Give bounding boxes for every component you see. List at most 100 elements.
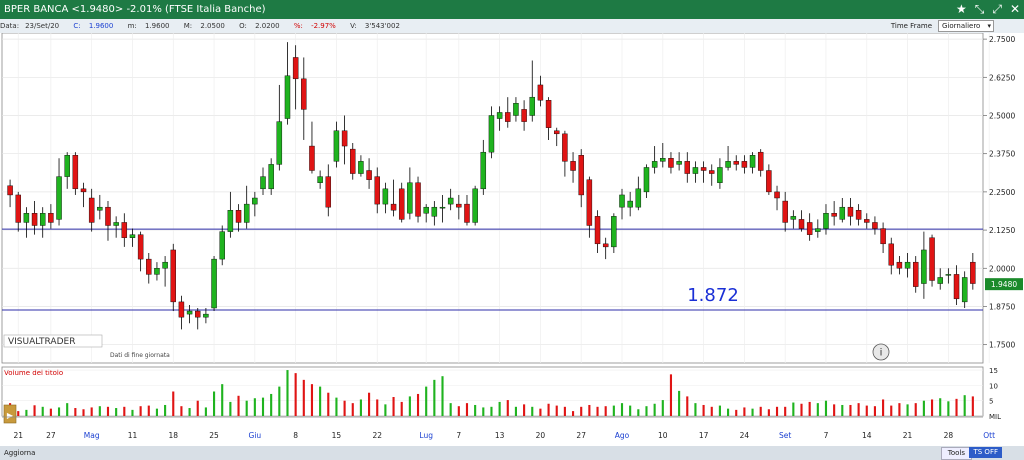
dropdown-arrow-icon: ▾ [987, 22, 991, 30]
status-bar: Aggiorna Tools TS OFF [0, 446, 1024, 460]
candle-body [684, 161, 691, 174]
candle-body [350, 148, 356, 174]
candle-body [64, 155, 70, 177]
time-tick-label: Ago [615, 431, 630, 440]
volume-bar [547, 403, 550, 416]
candle-body [243, 203, 250, 223]
candle-body [766, 170, 772, 193]
candle-body [562, 133, 568, 162]
volume-bar [286, 370, 289, 416]
candle-body [260, 176, 266, 190]
time-tick-label: Lug [419, 431, 433, 440]
candle-body [798, 219, 805, 229]
price-tick-label: 2.1250 [989, 226, 1015, 235]
time-tick-label: 11 [128, 431, 138, 440]
time-tick-label: 28 [944, 431, 954, 440]
close-icon[interactable]: ✕ [1010, 0, 1020, 19]
volume-bar [653, 403, 656, 416]
candle-body [162, 261, 168, 269]
candle-body [806, 222, 813, 235]
brand-name: VISUALTRADER [8, 337, 75, 347]
candle-body [252, 197, 258, 205]
time-tick-label: Ott [983, 431, 995, 440]
candle-body [815, 228, 821, 232]
volume-bar [433, 379, 436, 416]
candle-body [56, 176, 62, 220]
candle-body [757, 151, 764, 171]
time-tick-label: Mag [84, 431, 100, 440]
time-tick-label: 20 [536, 431, 546, 440]
date-field: Data: 23/Set/20 [0, 22, 60, 30]
candle-body [717, 167, 723, 183]
volume-bar [922, 400, 925, 416]
volume-bar [278, 386, 281, 416]
volume-bar [727, 408, 730, 416]
time-tick-label: 27 [576, 431, 586, 440]
candle-body [358, 161, 364, 174]
volume-bar [792, 402, 795, 416]
volume-bar [498, 401, 501, 416]
candle-body [847, 206, 854, 217]
time-tick-label: 22 [372, 431, 382, 440]
time-tick-label: 7 [456, 431, 461, 440]
open-field: O: 2.0200 [239, 22, 280, 30]
volume-bar [384, 404, 387, 416]
time-tick-label: 24 [740, 431, 750, 440]
volume-bar [49, 408, 52, 416]
close-field: C: 1.9600 [73, 22, 114, 30]
candle-body [709, 170, 715, 174]
tools-button[interactable]: Tools [940, 447, 972, 460]
volume-bar [539, 408, 542, 416]
volume-bar [580, 406, 583, 416]
volume-bar [139, 406, 142, 416]
candle-body [154, 268, 160, 275]
favorite-star-icon[interactable]: ★ [956, 0, 967, 19]
candle-body [921, 249, 927, 284]
volume-bar [849, 404, 852, 416]
candle-body [545, 100, 552, 128]
candle-body [970, 261, 976, 284]
candle-body [488, 115, 495, 153]
candle-body [880, 228, 886, 245]
volume-bar [270, 393, 273, 416]
volume-bar [57, 407, 61, 416]
time-tick-label: 13 [495, 431, 505, 440]
ts-off-button[interactable]: TS OFF [969, 447, 1002, 458]
volume-bar [629, 405, 632, 416]
volume-bar [245, 400, 248, 416]
volume-bar [98, 406, 101, 416]
candle-body [676, 161, 682, 165]
candle-body [415, 182, 421, 217]
volume-tick-label: 10 [989, 382, 998, 390]
chart-area[interactable]: 2.7500 2.6250 2.5000 2.3750 2.2500 2.1250 2.00… [0, 32, 1024, 446]
candle-body [39, 213, 46, 226]
expand-arrow-icon[interactable]: ⤢ [992, 0, 1002, 19]
time-tick-label: 21 [903, 431, 913, 440]
candle-body [570, 161, 576, 171]
volume-bar [702, 404, 705, 416]
volume-bar [857, 403, 860, 416]
candle-body [398, 188, 405, 220]
volume-bar [310, 384, 314, 416]
candle-body [170, 249, 176, 303]
timeframe-select[interactable]: Giornaliero ▾ [938, 20, 994, 32]
price-volume-chart[interactable]: 2.7500 2.6250 2.5000 2.3750 2.2500 2.1250 2.00… [0, 32, 1024, 446]
volume-bar [784, 406, 787, 416]
volume-bar [669, 374, 673, 416]
volume-bar [115, 408, 118, 416]
volume-bar [131, 409, 134, 416]
update-label[interactable]: Aggiorna [4, 446, 35, 460]
volume-bar [359, 399, 362, 416]
volume-bar [620, 403, 624, 416]
candle-body [945, 274, 952, 276]
candle-body [105, 206, 111, 226]
candle-body [48, 213, 54, 223]
shrink-arrow-icon[interactable]: ⤡ [975, 0, 985, 19]
candle-body [146, 258, 152, 275]
candle-body [366, 170, 372, 180]
candle-body [554, 130, 560, 135]
candle-body [31, 213, 38, 226]
candle-body [896, 261, 903, 269]
volume-bar [400, 401, 403, 416]
volume-bar [947, 401, 950, 416]
